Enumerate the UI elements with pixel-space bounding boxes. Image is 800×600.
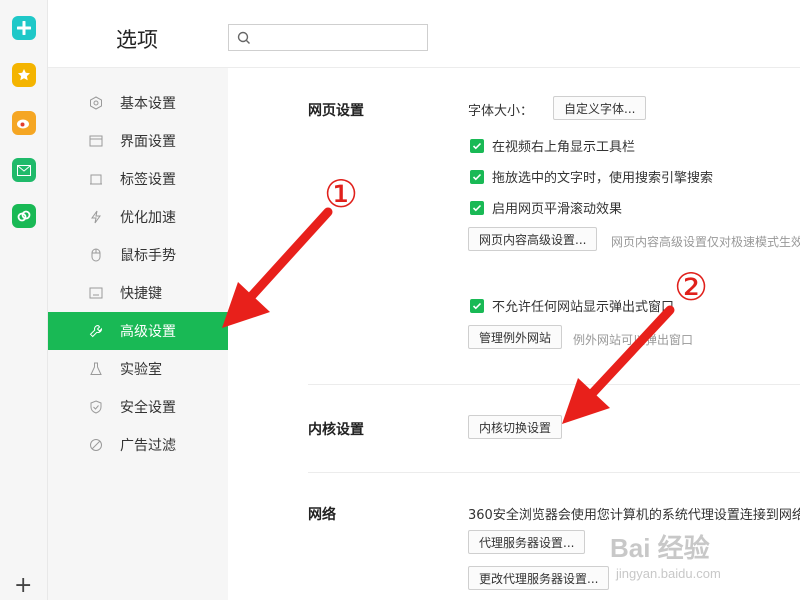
section-title-network: 网络 [308,507,336,523]
nav-item-label: 广告过滤 [120,438,176,454]
check-block-popups[interactable]: 不允许任何网站显示弹出式窗口 [470,296,674,315]
checkbox-checked-icon[interactable] [470,298,484,313]
shield-icon [88,399,104,415]
nav-item-basic[interactable]: 基本设置 [48,84,228,122]
page-title: 选项 [116,28,158,52]
search-input[interactable] [228,24,428,51]
search-icon [237,31,250,44]
nav-item-interface[interactable]: 界面设置 [48,122,228,160]
divider [308,384,800,385]
lightning-icon [88,209,104,225]
nav-item-tabs[interactable]: 标签设置 [48,160,228,198]
nav-item-mouse-gestures[interactable]: 鼠标手势 [48,236,228,274]
nav-item-label: 安全设置 [120,400,176,416]
weibo-icon[interactable] [12,111,36,135]
settings-nav: 基本设置 界面设置 标签设置 优化加速 鼠标手势 快捷键 高级设置 实验室 安全… [48,68,228,600]
window-icon [88,133,104,149]
settings-content: 网页设置 字体大小： 自定义字体... 在视频右上角显示工具栏 拖放选中的文字时… [228,68,800,600]
proxy-settings-button[interactable]: 代理服务器设置... [468,530,586,554]
check-label: 不允许任何网站显示弹出式窗口 [492,300,675,315]
checkbox-checked-icon[interactable] [470,138,484,153]
add-app-icon[interactable]: + [14,575,32,597]
favorites-star-icon[interactable] [12,63,36,87]
check-label: 启用网页平滑滚动效果 [492,202,623,217]
nav-item-label: 界面设置 [120,134,176,150]
cloud-link-icon[interactable] [12,204,36,228]
mouse-icon [88,247,104,263]
block-icon [88,437,104,453]
nav-item-label: 高级设置 [120,324,176,340]
nav-item-shortcuts[interactable]: 快捷键 [48,274,228,312]
kernel-switch-button[interactable]: 内核切换设置 [468,415,563,439]
manage-exceptions-button[interactable]: 管理例外网站 [468,325,563,349]
nav-item-label: 基本设置 [120,96,176,112]
network-description: 360安全浏览器会使用您计算机的系统代理设置连接到网络 [468,508,800,523]
change-proxy-button[interactable]: 更改代理服务器设置... [468,566,610,590]
nav-item-security[interactable]: 安全设置 [48,388,228,426]
nav-item-label: 鼠标手势 [120,248,176,264]
tab-icon [88,171,104,187]
app-plus-icon[interactable] [12,16,36,40]
nav-item-optimize[interactable]: 优化加速 [48,198,228,236]
nav-item-label: 实验室 [120,362,162,378]
check-smooth-scroll[interactable]: 启用网页平滑滚动效果 [470,198,622,217]
checkbox-checked-icon[interactable] [470,200,484,215]
font-size-label: 字体大小： [468,104,534,119]
exceptions-hint: 例外网站可以弹出窗口 [573,333,694,347]
nav-item-advanced[interactable]: 高级设置 [48,312,228,350]
nav-item-label: 优化加速 [120,210,176,226]
mail-icon[interactable] [12,158,36,182]
divider [308,472,800,473]
hexagon-icon [88,95,104,111]
wrench-icon [88,323,104,339]
keyboard-icon [88,285,104,301]
header: 选项 [48,0,800,68]
nav-item-lab[interactable]: 实验室 [48,350,228,388]
nav-item-label: 标签设置 [120,172,176,188]
check-drag-search[interactable]: 拖放选中的文字时，使用搜索引擎搜索 [470,167,713,186]
web-advanced-button[interactable]: 网页内容高级设置... [468,227,598,251]
check-label: 在视频右上角显示工具栏 [492,140,636,155]
web-advanced-hint: 网页内容高级设置仅对极速模式生效 [611,235,800,249]
flask-icon [88,361,104,377]
check-video-toolbar[interactable]: 在视频右上角显示工具栏 [470,136,635,155]
nav-item-ad-filter[interactable]: 广告过滤 [48,426,228,464]
nav-item-label: 快捷键 [120,286,162,302]
app-rail: + [0,0,48,600]
section-title-kernel: 内核设置 [308,422,364,438]
check-label: 拖放选中的文字时，使用搜索引擎搜索 [492,171,714,186]
section-title-web: 网页设置 [308,103,364,119]
custom-font-button[interactable]: 自定义字体... [553,96,647,120]
checkbox-checked-icon[interactable] [470,169,484,184]
